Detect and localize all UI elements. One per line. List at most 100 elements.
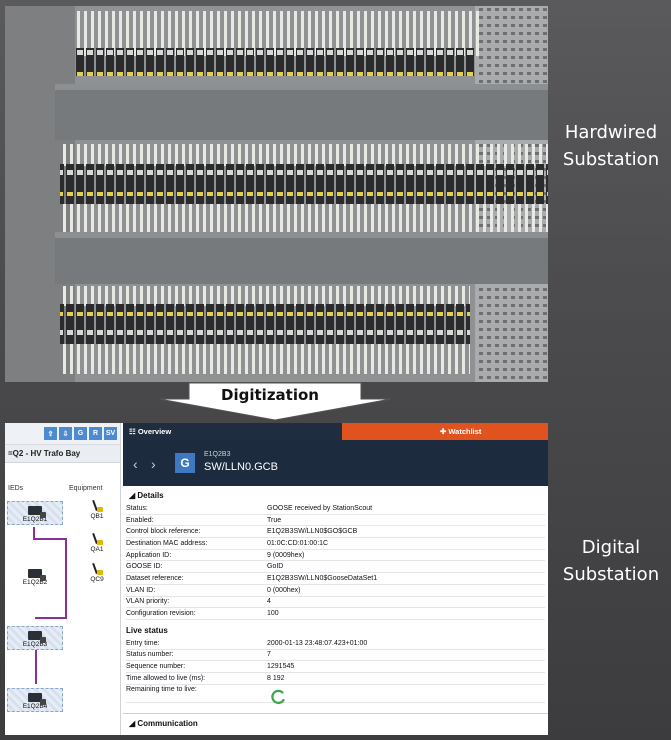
hardwired-substation-label: Hardwired Substation	[562, 122, 660, 170]
table-row: Enabled: True	[126, 515, 545, 527]
breaker-lock-icon	[91, 533, 103, 545]
connector-line	[33, 538, 66, 540]
tab-overview[interactable]: ☷ Overview	[123, 423, 342, 440]
ied-node[interactable]: E1Q2B4	[7, 688, 63, 712]
row-key: Dataset reference:	[126, 574, 184, 582]
details-list: Status: GOOSE received by StationScout Ena…	[123, 503, 548, 620]
row-value: 100	[267, 610, 279, 618]
table-row: Remaining time to live:	[126, 685, 545, 703]
table-row: VLAN priority: 4	[126, 597, 545, 609]
row-key: Destination MAC address:	[126, 539, 208, 547]
row-key: Configuration revision:	[126, 610, 196, 618]
stationscout-window: ⇪ ⇩ G R SV =Q2 - HV Trafo Bay IEDs Equip…	[5, 423, 548, 735]
row-value: 7	[267, 651, 271, 659]
control-block-title: SW/LLN0.GCB	[204, 461, 278, 473]
connector-line	[35, 650, 37, 684]
table-row: Application ID: 9 (0009hex)	[126, 550, 545, 562]
table-row: Destination MAC address: 01:0C:CD:01:00:1…	[126, 538, 545, 550]
equipment-column-header: Equipment	[69, 485, 103, 492]
ied-icon	[28, 569, 46, 581]
row-value: E1Q2B3SW/LLN0$GooseDataSet1	[267, 574, 378, 582]
row-key: Sequence number:	[126, 663, 186, 671]
ied-node[interactable]: E1Q2B3	[7, 626, 63, 650]
equipment-item[interactable]: QB1	[85, 500, 109, 520]
live-status-header: Live status	[126, 625, 168, 635]
ied-icon	[28, 506, 46, 518]
row-value: 4	[267, 598, 271, 606]
tab-watchlist[interactable]: ✚ Watchlist	[342, 423, 548, 440]
row-key: GOOSE ID:	[126, 563, 163, 571]
ied-icon	[28, 631, 46, 643]
row-key: Entry time:	[126, 639, 160, 647]
communication-section-label: Communication	[137, 719, 198, 728]
table-row: Status: GOOSE received by StationScout	[126, 503, 545, 515]
row-value: GOOSE received by StationScout	[267, 504, 373, 512]
earth-switch-lock-icon	[91, 563, 103, 575]
row-value: 9 (0009hex)	[267, 551, 305, 559]
row-value: 1291545	[267, 663, 295, 671]
report-filter-button[interactable]: R	[89, 427, 102, 440]
row-value: 0 (000hex)	[267, 586, 301, 594]
loading-spinner-icon	[271, 689, 285, 704]
row-key: VLAN priority:	[126, 598, 170, 606]
equipment-item[interactable]: QC9	[85, 563, 109, 583]
row-value: GoID	[267, 563, 284, 571]
switch-lock-icon	[91, 500, 103, 512]
row-key: Status number:	[126, 651, 174, 659]
detail-panel: ☷ Overview ✚ Watchlist ‹ › G E1Q2B3 SW/L…	[123, 423, 548, 735]
table-row: GOOSE ID: GoID	[126, 561, 545, 574]
hardwired-cabinet-photo	[5, 6, 548, 382]
row-key: Control block reference:	[126, 528, 201, 536]
row-key: Remaining time to live:	[126, 685, 197, 693]
ied-name: E1Q2B3	[204, 451, 231, 458]
table-row: Status number: 7	[126, 650, 545, 662]
table-row: Entry time: 2000-01-13 23:48:07.423+01:00	[126, 638, 545, 650]
download-icon[interactable]: ⇩	[59, 427, 72, 440]
row-value: True	[267, 516, 282, 524]
equipment-item[interactable]: QA1	[85, 533, 109, 553]
bay-title: =Q2 - HV Trafo Bay	[5, 445, 120, 463]
equipment-label: QA1	[90, 546, 104, 553]
table-row: Dataset reference: E1Q2B3SW/LLN0$GooseDat…	[126, 573, 545, 585]
ieds-column-header: IEDs	[8, 485, 24, 492]
row-key: Time allowed to live (ms):	[126, 674, 206, 682]
row-value: 2000-01-13 23:48:07.423+01:00	[267, 639, 368, 647]
details-section-label: Details	[137, 491, 164, 500]
digital-substation-label: Digital Substation	[562, 537, 660, 585]
forward-icon[interactable]: ›	[151, 456, 156, 472]
table-row: Time allowed to live (ms): 8 192	[126, 673, 545, 685]
left-toolbar: ⇪ ⇩ G R SV	[5, 423, 120, 445]
connector-line	[65, 538, 67, 618]
row-key: Enabled:	[126, 516, 154, 524]
ied-node[interactable]: E1Q2B2	[7, 563, 63, 587]
ied-node[interactable]: E1Q2B1	[7, 501, 63, 525]
communication-section-header[interactable]: ◢ Communication	[129, 719, 198, 728]
ied-icon	[28, 693, 46, 705]
tab-bar: ☷ Overview ✚ Watchlist	[123, 423, 548, 440]
connector-line	[35, 617, 67, 619]
table-row: VLAN ID: 0 (000hex)	[126, 585, 545, 597]
row-key: VLAN ID:	[126, 586, 156, 594]
tab-watchlist-label: Watchlist	[448, 427, 482, 436]
table-row: Control block reference: E1Q2B3SW/LLN0$GO…	[126, 526, 545, 539]
bay-overview-panel: ⇪ ⇩ G R SV =Q2 - HV Trafo Bay IEDs Equip…	[5, 423, 121, 735]
sv-filter-button[interactable]: SV	[104, 427, 117, 440]
goose-badge: G	[175, 453, 195, 473]
row-value: 8 192	[267, 674, 285, 682]
row-key: Status:	[126, 504, 148, 512]
goose-filter-button[interactable]: G	[74, 427, 87, 440]
equipment-label: QB1	[90, 513, 104, 520]
section-divider	[123, 713, 548, 714]
equipment-label: QC9	[90, 576, 104, 583]
digitization-label: Digitization	[221, 386, 319, 404]
back-icon[interactable]: ‹	[133, 456, 138, 472]
details-section-header[interactable]: ◢ Details	[123, 486, 548, 503]
list-icon: ☷	[129, 427, 138, 436]
table-row: Configuration revision: 100	[126, 608, 545, 620]
row-value: 01:0C:CD:01:00:1C	[267, 539, 329, 547]
tab-overview-label: Overview	[137, 427, 172, 436]
detail-header: ‹ › G E1Q2B3 SW/LLN0.GCB	[123, 440, 548, 486]
row-key: Application ID:	[126, 551, 172, 559]
upload-icon[interactable]: ⇪	[44, 427, 57, 440]
live-status-list: Entry time: 2000-01-13 23:48:07.423+01:00…	[123, 638, 548, 685]
